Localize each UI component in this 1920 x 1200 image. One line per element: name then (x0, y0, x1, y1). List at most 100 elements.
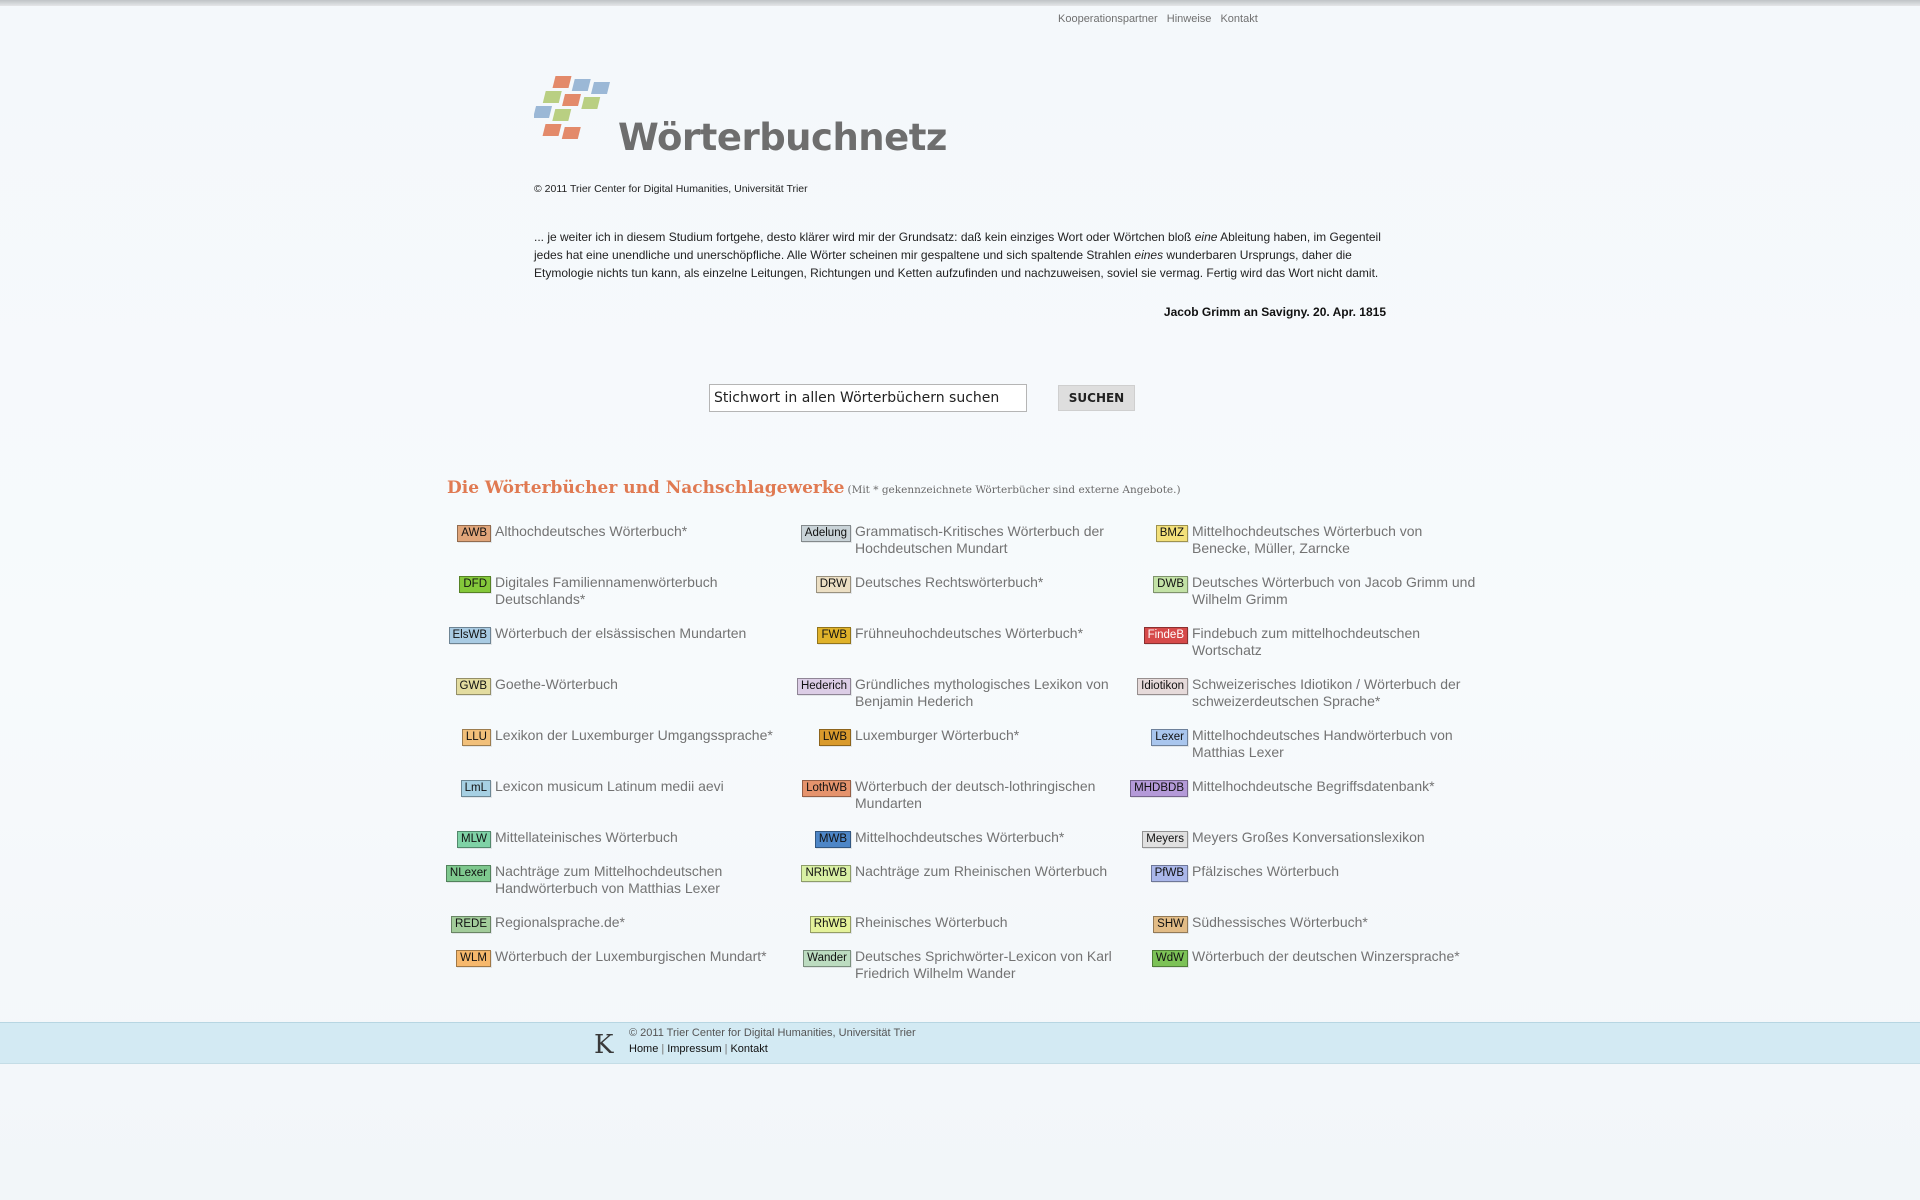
badge-wrap: Meyers (1082, 829, 1188, 848)
dictionary-entry-lwb[interactable]: LWB Luxemburger Wörterbuch* (745, 727, 1125, 746)
dictionary-title[interactable]: Goethe-Wörterbuch (495, 676, 785, 693)
dictionary-entry-hederich[interactable]: Hederich Gründliches mythologisches Lexik… (745, 676, 1125, 710)
dictionary-title[interactable]: Findebuch zum mittelhochdeutschen Wortsc… (1192, 625, 1477, 659)
dictionary-abbr-badge[interactable]: Idiotikon (1137, 678, 1188, 695)
dictionary-abbr-badge[interactable]: WLM (456, 950, 491, 967)
dictionary-abbr-badge[interactable]: SHW (1153, 916, 1188, 933)
badge-wrap: DWB (1082, 574, 1188, 593)
dictionary-abbr-badge[interactable]: DWB (1153, 576, 1188, 593)
top-links: Kooperationspartner Hinweise Kontakt (1058, 13, 1264, 25)
dictionary-title[interactable]: Mittelhochdeutsches Wörterbuch von Benec… (1192, 523, 1477, 557)
dictionary-entry-meyers[interactable]: Meyers Meyers Großes Konversationslexikon (1082, 829, 1477, 848)
dictionary-entry-gwb[interactable]: GWB Goethe-Wörterbuch (385, 676, 785, 695)
dictionary-title[interactable]: Mittelhochdeutsche Begriffsdatenbank* (1192, 778, 1477, 795)
dictionary-entry-fwb[interactable]: FWB Frühneuhochdeutsches Wörterbuch* (745, 625, 1125, 644)
dictionary-abbr-badge[interactable]: Hederich (796, 678, 851, 695)
dictionary-title[interactable]: Wörterbuch der deutschen Winzersprache* (1192, 948, 1477, 965)
footer-link-impressum[interactable]: Impressum (667, 1043, 721, 1055)
dictionary-entry-bmz[interactable]: BMZ Mittelhochdeutsches Wörterbuch von Be… (1082, 523, 1477, 557)
site-logo[interactable]: Wörterbuchnetz (534, 74, 947, 166)
dictionary-abbr-badge[interactable]: DFD (459, 576, 491, 593)
dictionary-entry-llu[interactable]: LLU Lexikon der Luxemburger Umgangssprach… (385, 727, 785, 746)
dictionary-title[interactable]: Mittelhochdeutsches Handwörterbuch von M… (1192, 727, 1477, 761)
dictionary-entry-pfwb[interactable]: PfWB Pfälzisches Wörterbuch (1082, 863, 1477, 882)
dictionary-title[interactable]: Lexikon der Luxemburger Umgangssprache* (495, 727, 785, 744)
dictionary-entry-drw[interactable]: DRW Deutsches Rechtswörterbuch* (745, 574, 1125, 593)
dictionary-entry-awb[interactable]: AWB Althochdeutsches Wörterbuch* (385, 523, 785, 542)
dictionary-entry-shw[interactable]: SHW Südhessisches Wörterbuch* (1082, 914, 1477, 933)
dictionary-entry-lothwb[interactable]: LothWB Wörterbuch der deutsch-lothringisc… (745, 778, 1125, 812)
dictionary-title[interactable]: Digitales Familiennamenwörterbuch Deutsc… (495, 574, 785, 608)
dictionary-abbr-badge[interactable]: PfWB (1150, 865, 1188, 882)
search-button[interactable]: SUCHEN (1058, 385, 1135, 411)
dictionary-abbr-badge[interactable]: BMZ (1155, 525, 1188, 542)
grimm-quote: ... je weiter ich in diesem Studium fort… (534, 228, 1394, 282)
dictionary-abbr-badge[interactable]: MHDBDB (1130, 780, 1188, 797)
dictionary-entry-dwb[interactable]: DWB Deutsches Wörterbuch von Jacob Grimm … (1082, 574, 1477, 608)
dictionary-title[interactable]: Nachträge zum Mittelhochdeutschen Handwö… (495, 863, 785, 897)
dictionary-title[interactable]: Lexicon musicum Latinum medii aevi (495, 778, 785, 795)
dictionary-title[interactable]: Deutsches Wörterbuch von Jacob Grimm und… (1192, 574, 1477, 608)
footer-link-home[interactable]: Home (629, 1043, 658, 1055)
dictionary-title[interactable]: Regionalsprache.de* (495, 914, 785, 931)
dictionary-entry-rhwb[interactable]: RhWB Rheinisches Wörterbuch (745, 914, 1125, 933)
dictionary-entry-findeb[interactable]: FindeB Findebuch zum mittelhochdeutschen … (1082, 625, 1477, 659)
dictionary-entry-elswb[interactable]: ElsWB Wörterbuch der elsässischen Mundart… (385, 625, 785, 644)
dictionary-abbr-badge[interactable]: Lexer (1151, 729, 1188, 746)
footer-links: Home | Impressum | Kontakt (629, 1043, 768, 1055)
dictionary-abbr-badge[interactable]: LothWB (802, 780, 851, 797)
dictionary-abbr-badge[interactable]: LmL (460, 780, 491, 797)
dictionary-abbr-badge[interactable]: LWB (818, 729, 851, 746)
dictionary-entry-lexer[interactable]: Lexer Mittelhochdeutsches Handwörterbuch … (1082, 727, 1477, 761)
dictionary-entry-rede[interactable]: REDE Regionalsprache.de* (385, 914, 785, 933)
dictionary-abbr-badge[interactable]: Meyers (1142, 831, 1188, 848)
dictionary-abbr-badge[interactable]: DRW (815, 576, 851, 593)
badge-wrap: RhWB (745, 914, 851, 933)
dictionary-title[interactable]: Schweizerisches Idiotikon / Wörterbuch d… (1192, 676, 1477, 710)
dictionary-entry-adelung[interactable]: Adelung Grammatisch-Kritisches Wörterbuch… (745, 523, 1125, 557)
dictionary-title[interactable]: Wörterbuch der elsässischen Mundarten (495, 625, 785, 642)
dictionary-entry-lml[interactable]: LmL Lexicon musicum Latinum medii aevi (385, 778, 785, 797)
dictionary-abbr-badge[interactable]: NRhWB (801, 865, 851, 882)
dictionary-abbr-badge[interactable]: LLU (461, 729, 491, 746)
dictionaries-heading: Die Wörterbücher und Nachschlagewerke (Mi… (447, 478, 1181, 498)
dictionary-entry-idiotikon[interactable]: Idiotikon Schweizerisches Idiotikon / Wör… (1082, 676, 1477, 710)
badge-wrap: MWB (745, 829, 851, 848)
dictionary-abbr-badge[interactable]: Wander (803, 950, 851, 967)
dictionary-entry-mlw[interactable]: MLW Mittellateinisches Wörterbuch (385, 829, 785, 848)
dictionary-entry-nlexer[interactable]: NLexer Nachträge zum Mittelhochdeutschen … (385, 863, 785, 897)
dictionary-title[interactable]: Südhessisches Wörterbuch* (1192, 914, 1477, 931)
dictionary-abbr-badge[interactable]: AWB (457, 525, 491, 542)
dictionary-abbr-badge[interactable]: NLexer (445, 865, 491, 882)
dictionary-abbr-badge[interactable]: MLW (457, 831, 491, 848)
dictionary-abbr-badge[interactable]: FindeB (1143, 627, 1188, 644)
dictionary-entry-wander[interactable]: Wander Deutsches Sprichwörter-Lexicon von… (745, 948, 1125, 982)
dictionary-title[interactable]: Meyers Großes Konversationslexikon (1192, 829, 1477, 846)
dictionary-abbr-badge[interactable]: MWB (814, 831, 851, 848)
dictionary-entry-nrhwb[interactable]: NRhWB Nachträge zum Rheinischen Wörterbuc… (745, 863, 1125, 882)
dictionary-abbr-badge[interactable]: REDE (451, 916, 491, 933)
badge-wrap: PfWB (1082, 863, 1188, 882)
link-kontakt[interactable]: Kontakt (1220, 13, 1257, 25)
dictionary-title[interactable]: Mittellateinisches Wörterbuch (495, 829, 785, 846)
dictionary-abbr-badge[interactable]: GWB (455, 678, 491, 695)
badge-wrap: DFD (385, 574, 491, 593)
link-kooperationspartner[interactable]: Kooperationspartner (1058, 13, 1158, 25)
dictionary-abbr-badge[interactable]: FWB (817, 627, 851, 644)
dictionary-abbr-badge[interactable]: Adelung (800, 525, 851, 542)
dictionary-entry-wlm[interactable]: WLM Wörterbuch der Luxemburgischen Mundar… (385, 948, 785, 967)
search-input[interactable] (709, 384, 1027, 412)
dictionary-title[interactable]: Althochdeutsches Wörterbuch* (495, 523, 785, 540)
dictionary-entry-mhdbdb[interactable]: MHDBDB Mittelhochdeutsche Begriffsdatenba… (1082, 778, 1477, 797)
dictionary-title[interactable]: Pfälzisches Wörterbuch (1192, 863, 1477, 880)
footer-link-kontakt[interactable]: Kontakt (730, 1043, 767, 1055)
dictionary-entry-mwb[interactable]: MWB Mittelhochdeutsches Wörterbuch* (745, 829, 1125, 848)
dictionary-entry-dfd[interactable]: DFD Digitales Familiennamenwörterbuch Deu… (385, 574, 785, 608)
dictionary-abbr-badge[interactable]: ElsWB (448, 627, 491, 644)
dictionary-title[interactable]: Wörterbuch der Luxemburgischen Mundart* (495, 948, 785, 965)
dictionary-entry-wdw[interactable]: WdW Wörterbuch der deutschen Winzersprach… (1082, 948, 1477, 967)
dictionary-abbr-badge[interactable]: WdW (1151, 950, 1188, 967)
dictionary-abbr-badge[interactable]: RhWB (809, 916, 851, 933)
badge-wrap: Idiotikon (1082, 676, 1188, 695)
link-hinweise[interactable]: Hinweise (1167, 13, 1212, 25)
